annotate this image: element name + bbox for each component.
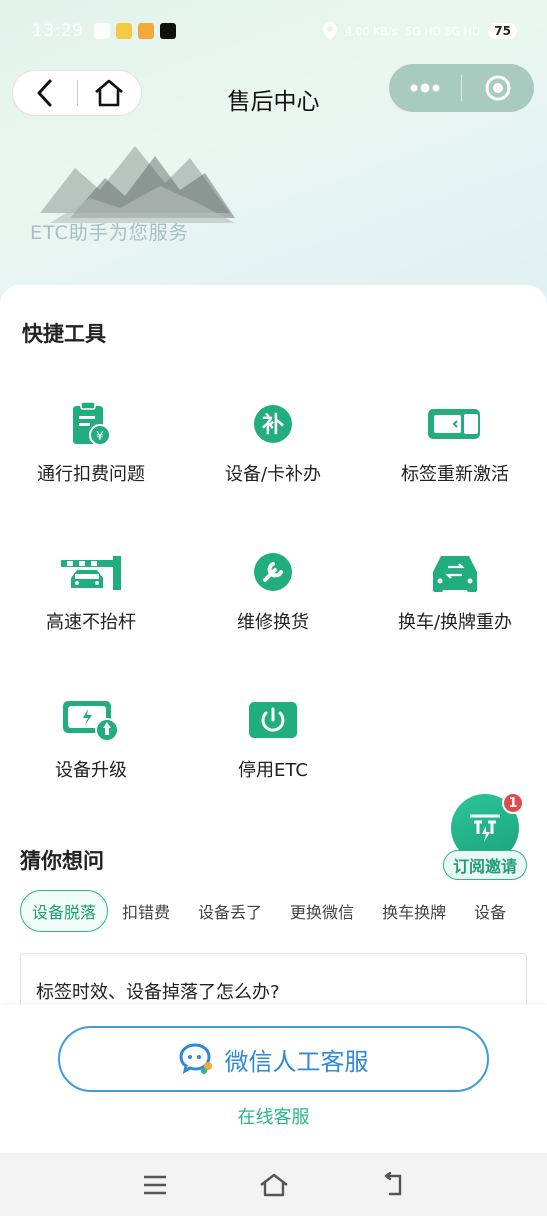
notification-icons: [93, 23, 176, 39]
tool-label: 维修换货: [237, 612, 309, 633]
tool-label: 设备/卡补办: [224, 464, 322, 485]
tool-deactivate-etc[interactable]: 停用ETC: [182, 696, 364, 782]
tool-label: 通行扣费问题: [37, 464, 145, 485]
chip-device[interactable]: 设备: [460, 899, 520, 923]
wrench-icon: [254, 553, 292, 591]
banner-subtitle: ETC助手为您服务: [30, 222, 189, 244]
target-close-icon: [485, 75, 511, 101]
question-text: 标签时效、设备掉落了怎么办?: [36, 982, 280, 1003]
question-chip-bar: 设备脱落 扣错费 设备丢了 更换微信 换车换牌 设备: [20, 890, 547, 932]
meituan-icon: [115, 23, 132, 39]
svg-text:补: 补: [261, 413, 284, 438]
tool-label: 高速不抬杆: [46, 612, 136, 633]
reissue-icon: 补: [254, 405, 292, 443]
tool-toll-deduction[interactable]: ¥ 通行扣费问题: [0, 400, 182, 486]
home-nav-icon[interactable]: [258, 1172, 290, 1198]
system-navigation-bar: [0, 1153, 547, 1216]
more-button[interactable]: [389, 64, 461, 112]
chip-change-car-plate[interactable]: 换车换牌: [368, 899, 460, 923]
signal-text: 5G HD 5G HD: [405, 24, 481, 38]
app-notif-icon: [137, 23, 154, 39]
battery-indicator: 75: [488, 23, 517, 39]
status-bar: 13:29 4.00 KB/s 5G HD 5G HD 75: [0, 0, 547, 62]
chat-bubble-icon: [178, 1043, 212, 1075]
subscribe-label: 订阅邀请: [443, 850, 527, 880]
close-miniprogram-button[interactable]: [462, 64, 534, 112]
menu-icon[interactable]: [142, 1174, 168, 1196]
more-dots-icon: [410, 83, 440, 93]
quick-tools-title: 快捷工具: [22, 322, 106, 346]
tool-repair-exchange[interactable]: 维修换货: [182, 548, 364, 634]
car-swap-icon: [433, 556, 477, 592]
bottom-panel: 微信人工客服 在线客服: [0, 1005, 547, 1153]
power-icon: [249, 702, 297, 738]
tool-label: 换车/换牌重办: [397, 612, 513, 633]
tool-reactivate[interactable]: 标签重新激活: [364, 400, 546, 486]
miniprogram-capsule: [389, 64, 534, 112]
message-icon: [93, 23, 110, 39]
tool-label: 设备升级: [55, 760, 127, 781]
receipt-yen-icon: ¥: [73, 401, 111, 446]
svg-text:¥: ¥: [96, 429, 104, 443]
wechat-service-button[interactable]: 微信人工客服: [58, 1026, 489, 1092]
tool-reissue[interactable]: 补 设备/卡补办: [182, 400, 364, 486]
chip-device-lost[interactable]: 设备丢了: [184, 899, 276, 923]
guess-title: 猜你想问: [20, 849, 104, 873]
tool-device-upgrade[interactable]: 设备升级: [0, 696, 182, 782]
tiktok-icon: [159, 23, 176, 39]
subscribe-float-button[interactable]: 1 订阅邀请: [443, 792, 527, 884]
subscribe-badge: 1: [502, 792, 524, 814]
chip-wrong-charge[interactable]: 扣错费: [108, 899, 184, 923]
online-service-link[interactable]: 在线客服: [0, 1103, 547, 1129]
obu-tag-icon: [428, 409, 480, 439]
toll-barrier-icon: [61, 556, 121, 590]
wechat-service-label: 微信人工客服: [224, 1047, 369, 1076]
device-upgrade-icon: [63, 701, 119, 742]
network-speed: 4.00 KB/s: [345, 24, 398, 38]
chip-change-wechat[interactable]: 更换微信: [276, 899, 368, 923]
tool-label: 标签重新激活: [401, 464, 509, 485]
status-time: 13:29: [32, 21, 84, 41]
tool-change-car[interactable]: 换车/换牌重办: [364, 548, 546, 634]
back-nav-icon[interactable]: [380, 1171, 406, 1198]
chip-device-fell-off[interactable]: 设备脱落: [20, 890, 109, 932]
status-right: 4.00 KB/s 5G HD 5G HD 75: [323, 22, 517, 40]
tool-label: 停用ETC: [238, 760, 308, 781]
tool-barrier-not-lifting[interactable]: 高速不抬杆: [0, 548, 182, 634]
location-icon: [323, 22, 338, 40]
